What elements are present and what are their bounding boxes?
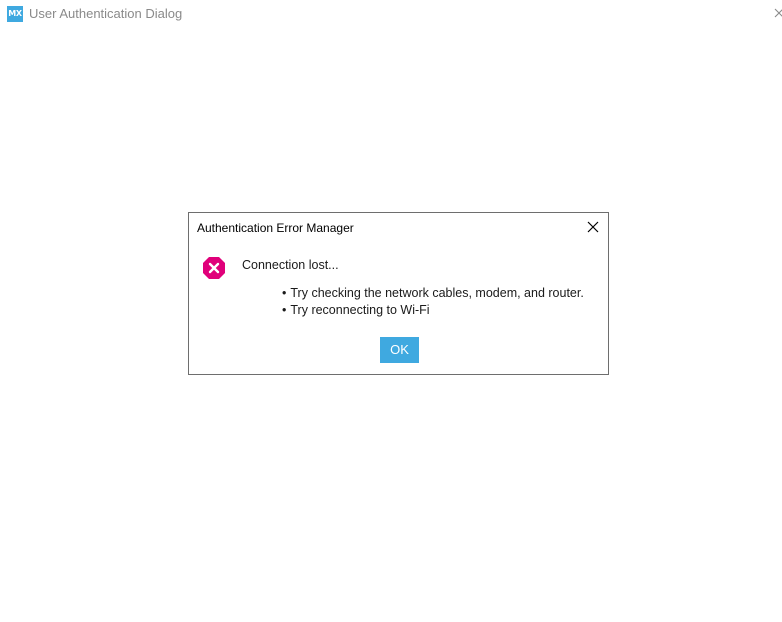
app-logo: MX: [7, 6, 23, 22]
close-icon: [587, 221, 599, 233]
close-icon: [774, 8, 782, 18]
bullet-icon: •: [282, 286, 287, 300]
troubleshooting-tips: • Try checking the network cables, modem,…: [282, 285, 584, 319]
list-item: • Try reconnecting to Wi-Fi: [282, 302, 584, 319]
error-dialog: Authentication Error Manager Connection …: [188, 212, 609, 375]
tip-text: Try reconnecting to Wi-Fi: [290, 303, 430, 317]
window-title: User Authentication Dialog: [29, 6, 183, 21]
list-item: • Try checking the network cables, modem,…: [282, 285, 584, 302]
window-close-button[interactable]: [772, 4, 782, 22]
tip-text: Try checking the network cables, modem, …: [290, 286, 584, 300]
window-titlebar: MX User Authentication Dialog: [0, 0, 782, 28]
dialog-close-button[interactable]: [586, 220, 600, 234]
bullet-icon: •: [282, 303, 287, 317]
ok-button[interactable]: OK: [380, 337, 419, 363]
app-window: MX User Authentication Dialog Authentica…: [0, 0, 782, 622]
error-icon: [202, 256, 226, 280]
error-message: Connection lost...: [242, 258, 339, 272]
dialog-title: Authentication Error Manager: [197, 221, 354, 235]
